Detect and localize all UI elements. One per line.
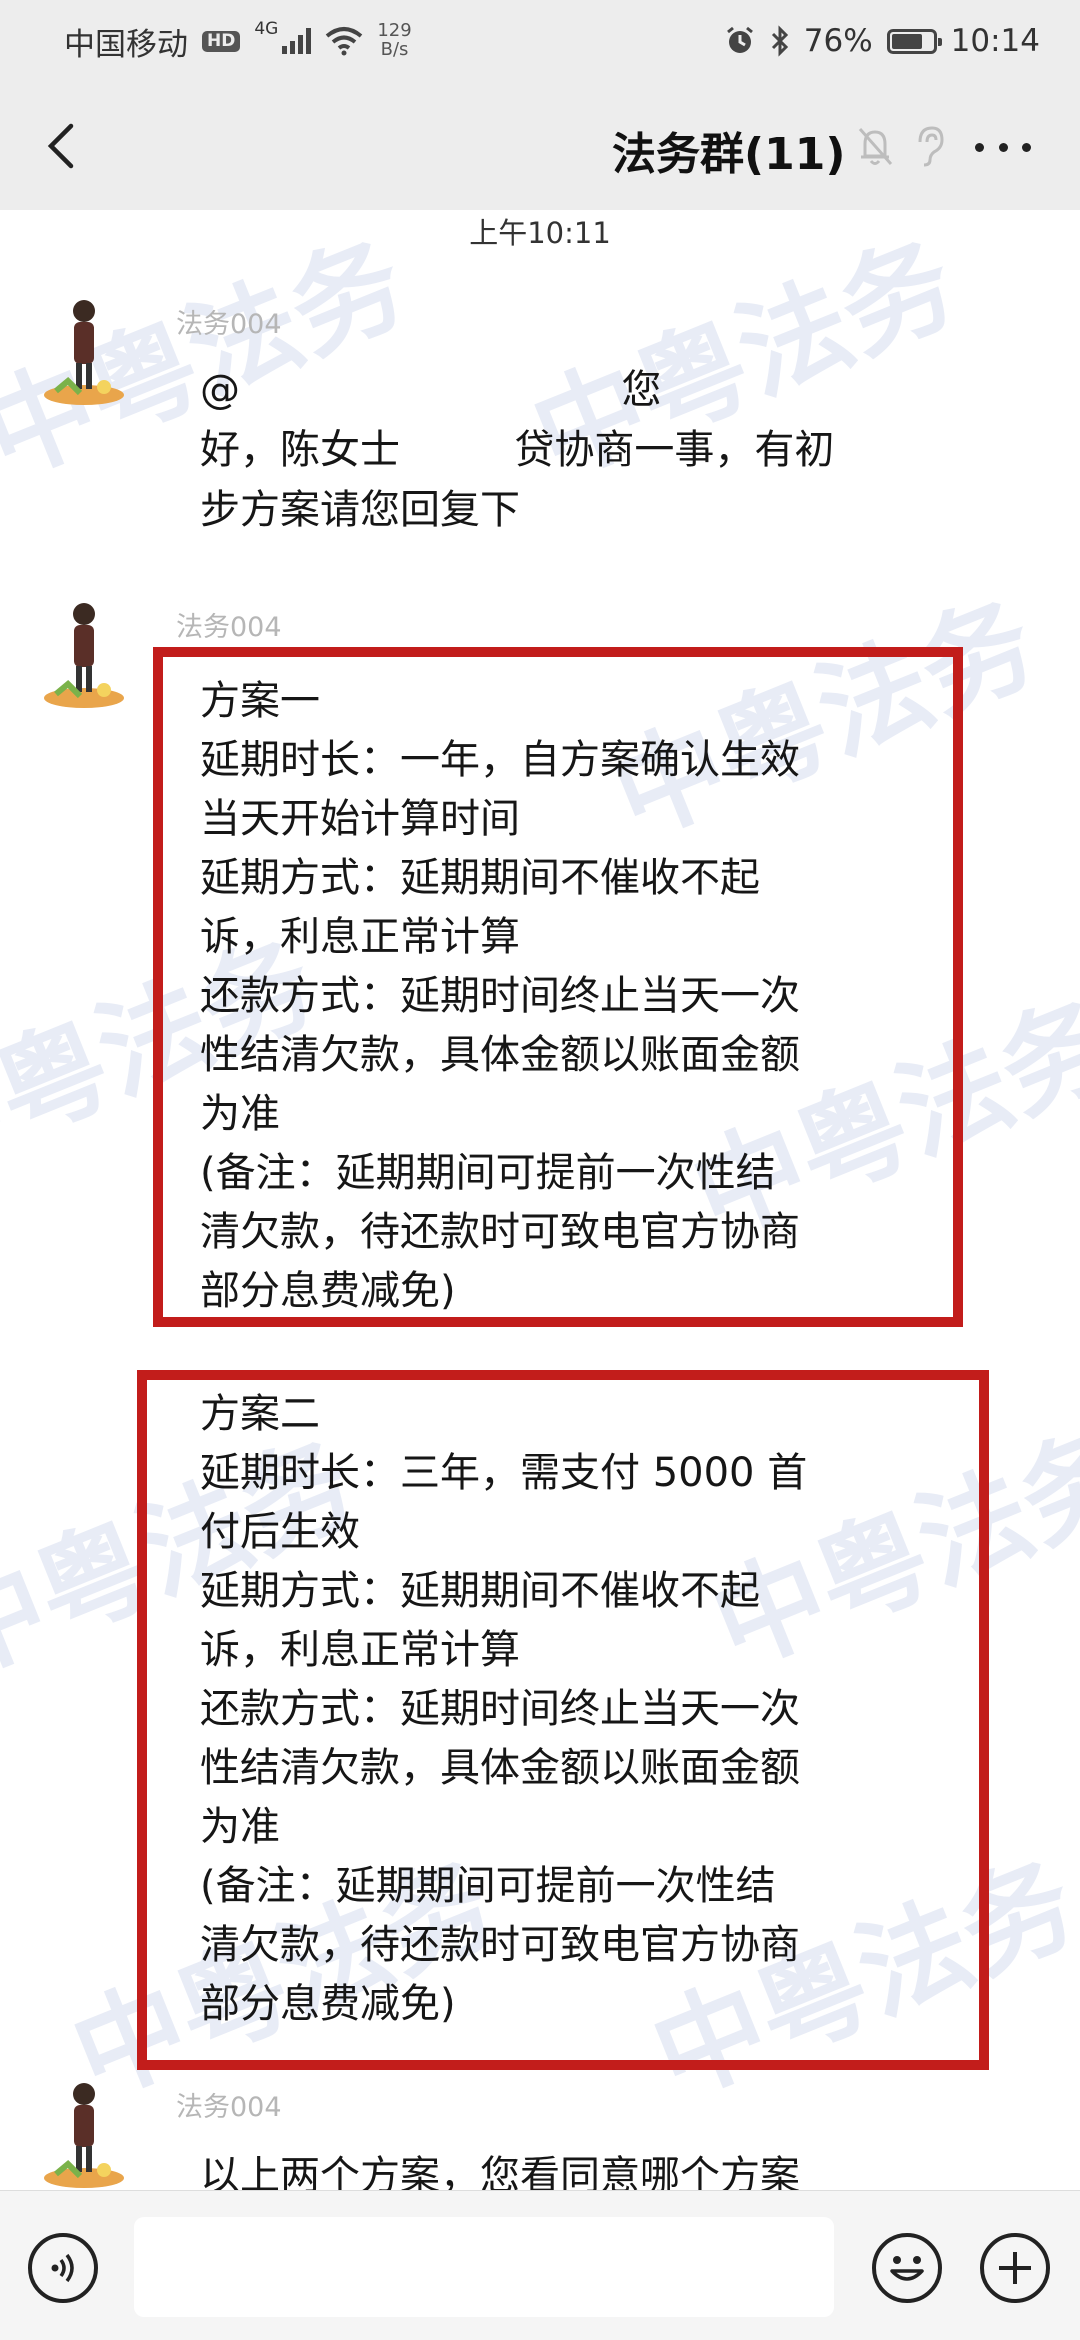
more-dots-icon (998, 142, 1008, 152)
sender-name: 法务004 (176, 2092, 282, 2123)
message-line: 当天开始计算时间 (200, 796, 520, 842)
avatar-figure-icon (44, 2083, 124, 2188)
message-line: 以上两个方案，您看同意哪个方案 (200, 2153, 800, 2190)
plus-icon (999, 2252, 1031, 2284)
chat-header: 法务群(11) (0, 82, 1080, 210)
message-timestamp: 上午10:11 (469, 216, 611, 250)
message-bubble[interactable]: 以上两个方案，您看同意哪个方案 (200, 2146, 930, 2190)
avatar[interactable] (34, 2078, 134, 2190)
status-right: 76% 10:14 (724, 23, 1040, 59)
ear-icon (918, 126, 944, 167)
battery-level-fill (891, 33, 922, 49)
message-line: (备注：延期期间可提前一次性结 (200, 1150, 776, 1196)
wifi-icon (326, 27, 363, 56)
avatar-figure-icon (44, 603, 124, 708)
more-dots-icon (975, 142, 984, 152)
status-left: 中国移动 HD 4G 129 B/s (64, 19, 412, 64)
message-line: 部分息费减免) (200, 1268, 456, 1314)
chat-title: 法务群(11) (612, 129, 846, 180)
voice-icon (51, 2253, 74, 2283)
hd-badge: HD (202, 30, 241, 52)
avatar[interactable] (34, 598, 134, 710)
message-line: 付后生效 (200, 1509, 360, 1555)
net-speed: 129 B/s (377, 21, 411, 60)
emoji-icon (890, 2256, 924, 2281)
alarm-icon (726, 26, 753, 53)
message-line: 诉，利息正常计算 (200, 1627, 520, 1673)
message-line: (备注：延期期间可提前一次性结 (200, 1863, 776, 1909)
message-bubble[interactable]: @ 您 好，陈女士 贷协商一事，有初 步方案请您回复下 (200, 360, 930, 540)
more-functions-button[interactable] (980, 2233, 1050, 2303)
message-line: 清欠款，待还款时可致电官方协商 (200, 1922, 800, 1968)
input-bar (0, 2190, 1080, 2340)
message-line: 为准 (200, 1091, 280, 1137)
net-speed-unit: B/s (380, 39, 409, 60)
sender-name: 法务004 (176, 612, 282, 643)
battery-icon (886, 28, 942, 54)
message-line: 还款方式：延期时间终止当天一次 (200, 1686, 800, 1732)
sender-name: 法务004 (176, 309, 282, 340)
message-line: 方案一 (200, 678, 320, 724)
message-line: 还款方式：延期时间终止当天一次 (200, 973, 800, 1019)
emoji-button[interactable] (872, 2233, 942, 2303)
chat-message-list[interactable]: 中粤法务 中粤法务 中粤法务 中粤法务 中粤法务 中粤法务 中粤法务 中粤法务 … (0, 210, 1080, 2190)
message-line: 延期时长：三年，需支付 5000 首 (200, 1450, 808, 1496)
message-line: @ 您 (200, 367, 662, 413)
message-input[interactable] (134, 2217, 834, 2317)
clock: 10:14 (950, 23, 1040, 59)
message-line: 性结清欠款，具体金额以账面金额 (200, 1032, 800, 1078)
message-bubble[interactable]: 方案二 延期时长：三年，需支付 5000 首 付后生效 延期方式：延期期间不催收… (200, 1385, 900, 2034)
message-bubble[interactable]: 方案一 延期时长：一年，自方案确认生效 当天开始计算时间 延期方式：延期期间不催… (200, 672, 900, 1321)
message-line: 方案二 (200, 1391, 320, 1437)
back-arrow-icon (47, 123, 74, 169)
message-line: 诉，利息正常计算 (200, 914, 520, 960)
more-options-button[interactable] (975, 122, 1031, 172)
voice-button[interactable] (28, 2233, 98, 2303)
network-type-label: 4G (254, 18, 279, 39)
message-line: 延期时长：一年，自方案确认生效 (200, 737, 800, 783)
message-line: 性结清欠款，具体金额以账面金额 (200, 1745, 800, 1791)
mute-bell-icon (858, 128, 893, 165)
avatar[interactable] (34, 295, 134, 407)
message-line: 清欠款，待还款时可致电官方协商 (200, 1209, 800, 1255)
bluetooth-icon (771, 25, 788, 57)
more-dots-icon (1022, 142, 1031, 152)
message-line: 步方案请您回复下 (200, 487, 520, 533)
status-bar: 中国移动 HD 4G 129 B/s 76% 10:14 (0, 0, 1080, 82)
back-button[interactable] (30, 116, 90, 176)
message-line: 部分息费减免) (200, 1981, 456, 2027)
battery-percent: 76% (803, 23, 873, 59)
message-line: 延期方式：延期期间不催收不起 (200, 855, 760, 901)
avatar-figure-icon (44, 300, 124, 405)
signal-icon (282, 28, 312, 54)
message-line: 为准 (200, 1804, 280, 1850)
carrier-name: 中国移动 (64, 26, 188, 63)
message-line: 好，陈女士 贷协商一事，有初 (200, 427, 835, 473)
message-line: 延期方式：延期期间不催收不起 (200, 1568, 760, 1614)
